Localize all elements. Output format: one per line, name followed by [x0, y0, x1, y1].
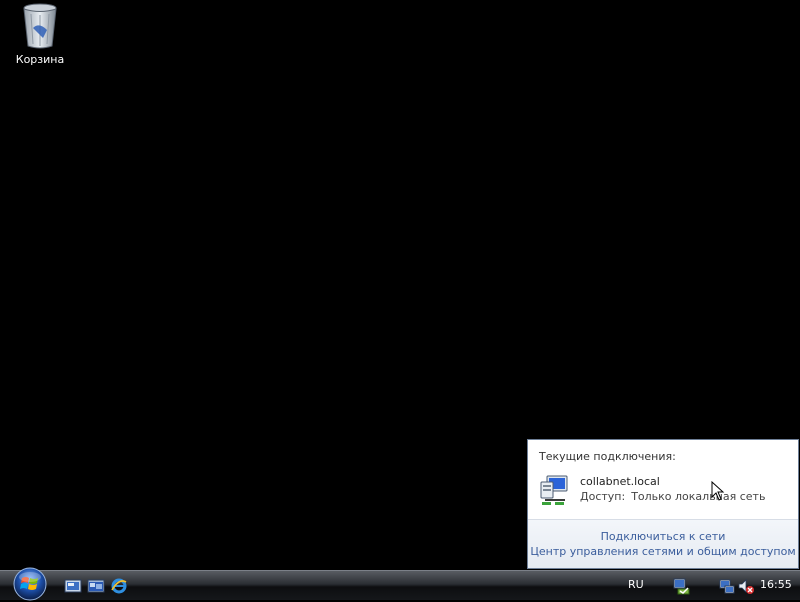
internet-explorer-icon[interactable] [110, 577, 128, 595]
desktop: Корзина Текущие подключения: collabnet.l… [0, 0, 800, 570]
current-connections-section: Текущие подключения: collabnet.local Дос… [528, 440, 798, 520]
security-center-icon[interactable] [673, 577, 691, 595]
connection-name: collabnet.local [580, 475, 660, 488]
current-connections-heading: Текущие подключения: [539, 450, 676, 463]
access-label: Доступ: [580, 490, 626, 503]
recycle-bin-label: Корзина [15, 53, 65, 66]
desktop-icon-recycle-bin[interactable]: Корзина [8, 2, 72, 72]
show-desktop-icon[interactable] [64, 577, 82, 595]
network-tray-icon[interactable] [718, 577, 736, 595]
taskbar-clock[interactable]: 16:55 [760, 578, 792, 591]
connect-to-network-link[interactable]: Подключиться к сети [528, 529, 798, 544]
network-computer-icon [540, 475, 568, 505]
connection-access: Доступ: Только локальная сеть [580, 490, 765, 503]
switch-windows-icon[interactable] [87, 577, 105, 595]
network-sharing-center-link[interactable]: Центр управления сетями и общим доступом [528, 544, 798, 559]
access-value: Только локальная сеть [631, 490, 766, 503]
windows-start-orb-icon[interactable] [8, 566, 52, 602]
mouse-pointer-icon [711, 481, 725, 501]
recycle-bin-icon [23, 3, 57, 49]
language-indicator[interactable]: RU [628, 578, 644, 591]
taskbar: RU 16:55 [0, 567, 800, 601]
flyout-links: Подключиться к сети Центр управления сет… [528, 519, 798, 568]
network-flyout: Текущие подключения: collabnet.local Дос… [527, 439, 799, 569]
volume-muted-icon[interactable] [737, 577, 755, 595]
